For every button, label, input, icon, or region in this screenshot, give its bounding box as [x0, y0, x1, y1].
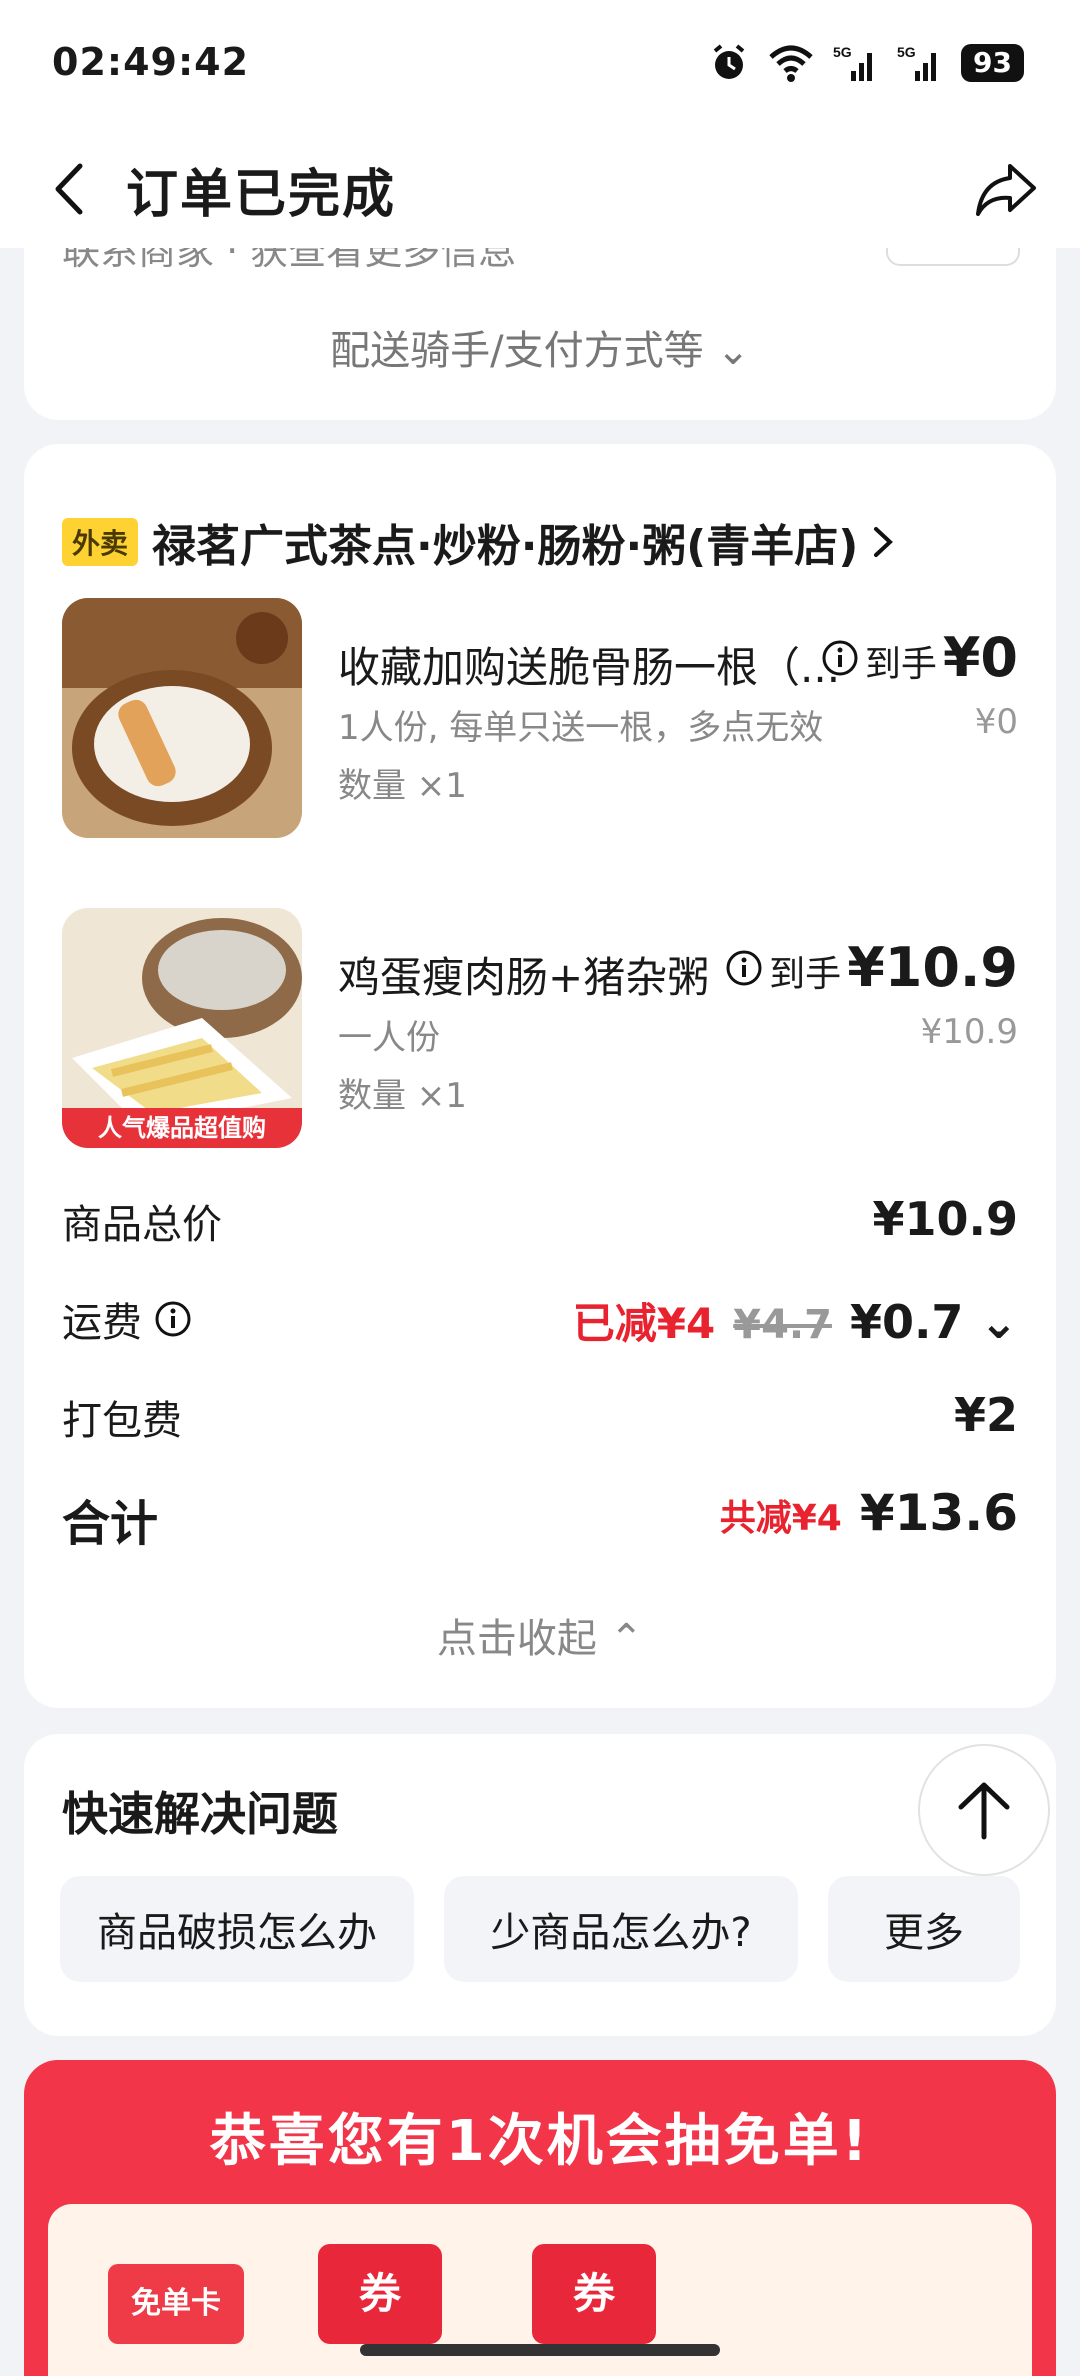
packing-fee-value: ¥2 — [953, 1388, 1018, 1442]
goods-total-value: ¥10.9 — [872, 1192, 1018, 1246]
status-bar: 02:49:42 5G 5G 93 — [0, 0, 1080, 130]
shipping-fee-label: 运费 — [62, 1300, 142, 1346]
status-icons: 5G 5G 93 — [709, 40, 1024, 86]
chevron-right-icon — [874, 527, 894, 557]
packing-fee-row: 打包费 ¥2 — [62, 1388, 1018, 1448]
item-price: 到手 ¥10.9 — [725, 936, 1018, 999]
packing-fee-label: 打包费 — [62, 1398, 182, 1444]
total-row: 合计 共减¥4 ¥13.6 — [62, 1484, 1018, 1554]
item-quantity: 数量 ×1 — [338, 766, 467, 806]
home-indicator[interactable] — [360, 2344, 720, 2356]
scroll-to-top-button[interactable] — [918, 1744, 1050, 1876]
order-item[interactable]: 人气爆品超值购 鸡蛋瘦肉肠+猪杂粥 到手 ¥10.9 一人份 ¥10.9 数量 … — [62, 908, 1018, 1148]
item-original-price: ¥10.9 — [920, 1012, 1018, 1052]
total-label: 合计 — [62, 1496, 159, 1552]
shipping-fee-label-group: 运费 — [62, 1290, 192, 1348]
takeout-tag: 外卖 — [62, 518, 139, 566]
missing-item-chip[interactable]: 少商品怎么办? — [444, 1876, 798, 1982]
final-price: ¥10.9 — [847, 936, 1018, 999]
item-name: 收藏加购送脆骨肠一根（... — [338, 643, 841, 692]
info-icon[interactable] — [725, 949, 763, 987]
item-description: 1人份, 每单只送一根，多点无效 — [338, 708, 824, 748]
quick-help-card: 快速解决问题 商品破损怎么办 少商品怎么办? 更多 — [24, 1734, 1056, 2036]
final-price-label: 到手 — [769, 954, 842, 995]
order-item[interactable]: 收藏加购送脆骨肠一根（... 到手 ¥0 1人份, 每单只送一根，多点无效 ¥0… — [62, 598, 1018, 838]
item-description: 一人份 — [338, 1018, 440, 1058]
more-chip[interactable]: 更多 — [828, 1876, 1020, 1982]
signal-icon-2: 5G — [897, 44, 937, 81]
coupon-tile[interactable]: 券 — [532, 2244, 656, 2344]
shipping-fee-row[interactable]: 运费 已减¥4 ¥4.7 ¥0.7 ⌄ — [62, 1290, 1018, 1350]
page-title: 订单已完成 — [126, 165, 397, 225]
order-card: 外卖 禄茗广式茶点·炒粉·肠粉·粥(青羊店) 收藏加购送脆骨肠一根（... 到手 — [24, 444, 1056, 1708]
item-image[interactable] — [62, 598, 302, 838]
svg-text:5G: 5G — [833, 44, 852, 60]
promo-title: 恭喜您有1次机会抽免单! — [209, 2109, 871, 2174]
arrow-up-icon — [958, 1782, 1010, 1840]
wifi-icon — [769, 45, 813, 82]
info-icon[interactable] — [154, 1300, 192, 1338]
item-original-price: ¥0 — [974, 702, 1018, 742]
collapse-button[interactable]: 点击收起 ⌃ — [24, 1606, 1056, 1664]
item-quantity: 数量 ×1 — [338, 1076, 467, 1116]
nav-bar: 订单已完成 — [0, 130, 1080, 248]
back-arrow-icon[interactable] — [38, 154, 108, 224]
shipping-fee-values: 已减¥4 ¥4.7 ¥0.7 ⌄ — [573, 1290, 1018, 1351]
shop-header[interactable]: 外卖 禄茗广式茶点·炒粉·肠粉·粥(青羊店) — [62, 510, 898, 574]
shipping-original: ¥4.7 — [733, 1302, 832, 1348]
free-order-promo[interactable]: 恭喜您有1次机会抽免单! 免单卡 券 券 — [24, 2060, 1056, 2376]
signal-icon: 5G — [833, 44, 873, 81]
share-icon[interactable] — [970, 152, 1044, 226]
info-icon[interactable] — [821, 639, 859, 677]
coupon-tile[interactable]: 券 — [318, 2244, 442, 2344]
battery-indicator: 93 — [961, 44, 1024, 82]
shipping-fee-value: ¥0.7 ⌄ — [849, 1295, 1018, 1349]
shop-name[interactable]: 禄茗广式茶点·炒粉·肠粉·粥(青羊店) — [152, 510, 858, 574]
svg-text:5G: 5G — [897, 44, 916, 60]
quick-help-title: 快速解决问题 — [62, 1787, 338, 1841]
total-values: 共减¥4 ¥13.6 — [720, 1484, 1018, 1542]
alarm-icon — [713, 44, 745, 79]
free-order-card: 免单卡 — [108, 2264, 244, 2344]
item-price: 到手 ¥0 — [821, 626, 1018, 689]
goods-total-row: 商品总价 ¥10.9 — [62, 1192, 1018, 1252]
shipping-discount: 已减¥4 — [572, 1299, 716, 1348]
hot-item-badge: 人气爆品超值购 — [62, 1108, 302, 1148]
damaged-item-chip[interactable]: 商品破损怎么办 — [60, 1876, 414, 1982]
item-name: 鸡蛋瘦肉肠+猪杂粥 — [338, 953, 710, 1002]
goods-total-label: 商品总价 — [62, 1202, 222, 1248]
final-price: ¥0 — [942, 626, 1018, 689]
total-discount: 共减¥4 — [719, 1498, 842, 1539]
item-image[interactable]: 人气爆品超值购 — [62, 908, 302, 1148]
total-value: ¥13.6 — [859, 1484, 1018, 1542]
final-price-label: 到手 — [864, 644, 937, 685]
delivery-details-toggle[interactable]: 配送骑手/支付方式等 ⌄ — [24, 318, 1056, 376]
status-time: 02:49:42 — [52, 40, 250, 84]
